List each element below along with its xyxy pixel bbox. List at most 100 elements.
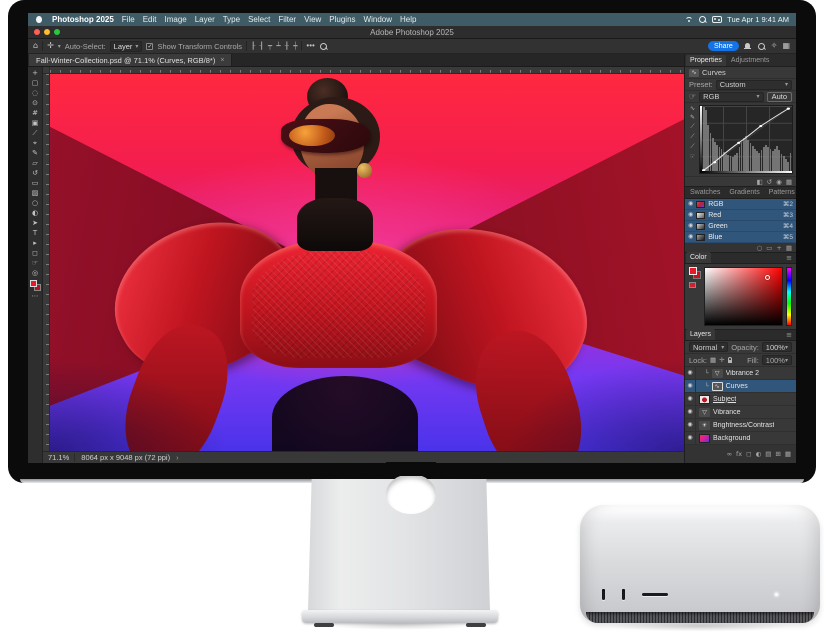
lock-all-icon[interactable]	[728, 360, 732, 363]
visibility-icon[interactable]: ◉	[776, 178, 782, 186]
tab-gradients[interactable]: Gradients	[725, 187, 763, 198]
menu-item-edit[interactable]: Edit	[143, 15, 157, 24]
tool-frame[interactable]: ▣	[32, 118, 39, 128]
tool-marquee[interactable]: ▢	[32, 78, 39, 88]
eyedropper-black-icon[interactable]: ⟋	[690, 123, 694, 131]
close-tab-icon[interactable]: ×	[220, 57, 224, 64]
tool-eraser[interactable]: ▭	[32, 178, 39, 188]
layer-row-brightness-contrast[interactable]: ◉ ☀ Brightness/Contrast	[685, 419, 796, 432]
new-layer-icon[interactable]: ⊞	[775, 450, 780, 458]
add-mask-icon[interactable]: ◻	[746, 450, 751, 458]
menu-item-type[interactable]: Type	[223, 15, 240, 24]
menu-item-filter[interactable]: Filter	[278, 15, 296, 24]
clip-to-layer-icon[interactable]: ◧	[757, 178, 763, 186]
status-chevron-icon[interactable]: ›	[176, 453, 179, 462]
tool-move[interactable]: +	[32, 68, 38, 78]
tool-quick-select[interactable]: ⊙	[32, 98, 38, 108]
hue-slider[interactable]	[786, 267, 792, 326]
tab-properties[interactable]: Properties	[686, 55, 726, 66]
document-tab[interactable]: Fall-Winter-Collection.psd @ 71.1% (Curv…	[29, 54, 232, 66]
layer-row-background[interactable]: ◉ Background	[685, 432, 796, 445]
tool-history-brush[interactable]: ↺	[32, 168, 38, 178]
eyedropper-gray-icon[interactable]: ⟋	[690, 133, 694, 141]
tool-brush[interactable]: ✎	[32, 148, 38, 158]
menu-item-plugins[interactable]: Plugins	[329, 15, 355, 24]
delete-channel-icon[interactable]: ▦	[786, 244, 792, 252]
zoom-level-field[interactable]: 71.1%	[48, 453, 75, 462]
delete-adjustment-icon[interactable]: ▦	[786, 178, 792, 186]
chevron-down-icon[interactable]: ▾	[58, 43, 61, 50]
curve-point-tool-icon[interactable]: ∿	[690, 105, 695, 112]
channel-dropdown[interactable]: RGB ▾	[699, 92, 763, 102]
auto-select-dropdown[interactable]: Layer ▾	[110, 41, 143, 52]
reset-icon[interactable]: ↺	[767, 178, 772, 186]
canvas-artwork[interactable]	[50, 74, 684, 451]
tab-swatches[interactable]: Swatches	[686, 187, 724, 198]
preset-dropdown[interactable]: Custom ▾	[716, 80, 792, 90]
visibility-eye-icon[interactable]: ◉	[687, 370, 692, 376]
lock-position-icon[interactable]: ✛	[719, 356, 724, 364]
visibility-eye-icon[interactable]: ◉	[687, 383, 692, 389]
auto-button[interactable]: Auto	[767, 92, 792, 102]
search-icon[interactable]	[319, 42, 328, 51]
tool-zoom[interactable]: ◎	[32, 268, 38, 278]
channel-row-blue[interactable]: ◉ Blue ⌘5	[685, 232, 796, 243]
tool-clone-stamp[interactable]: ▱	[32, 158, 37, 168]
share-button[interactable]: Share	[708, 41, 739, 51]
help-search-icon[interactable]	[757, 42, 766, 51]
layer-row-vibrance[interactable]: ◉ ▽ Vibrance	[685, 406, 796, 419]
tool-path-select[interactable]: ▸	[33, 238, 37, 248]
tool-shape[interactable]: ◻	[32, 248, 38, 258]
channel-row-green[interactable]: ◉ Green ⌘4	[685, 221, 796, 232]
menu-item-help[interactable]: Help	[400, 15, 416, 24]
tool-dodge[interactable]: ◐	[32, 208, 38, 218]
visibility-eye-icon[interactable]: ◉	[687, 422, 692, 428]
app-menu-title[interactable]: Photoshop 2025	[52, 15, 114, 24]
tool-type[interactable]: T	[33, 228, 37, 238]
workspace-grid-icon[interactable]: ▦	[782, 41, 790, 51]
tool-pen[interactable]: ➤	[32, 218, 38, 228]
visibility-eye-icon[interactable]: ◉	[688, 201, 693, 207]
layer-row-subject[interactable]: ◉ Subject	[685, 393, 796, 406]
tool-healing[interactable]: ⌖	[33, 138, 37, 148]
menu-item-image[interactable]: Image	[164, 15, 186, 24]
menu-bar-clock[interactable]: Tue Apr 1 9:41 AM	[727, 15, 789, 24]
home-icon[interactable]: ⌂	[33, 41, 38, 51]
move-tool-icon[interactable]: ✛	[47, 41, 54, 51]
new-channel-icon[interactable]: +	[776, 244, 781, 252]
tab-adjustments[interactable]: Adjustments	[727, 55, 774, 66]
eyedropper-white-icon[interactable]: ⟋	[690, 143, 694, 151]
discover-icon[interactable]: ✧	[771, 41, 778, 51]
visibility-eye-icon[interactable]: ◉	[688, 212, 693, 218]
layer-row-vibrance-2[interactable]: ◉ └ ▽ Vibrance 2	[685, 367, 796, 380]
tool-gradient[interactable]: ▨	[32, 188, 39, 198]
link-layers-icon[interactable]: ∞	[727, 450, 732, 458]
save-selection-icon[interactable]: ▭	[766, 244, 772, 252]
visibility-eye-icon[interactable]: ◉	[687, 435, 692, 441]
pencil-tool-icon[interactable]: ✎	[690, 114, 695, 121]
load-selection-icon[interactable]: ○	[757, 244, 763, 252]
smooth-icon[interactable]: ☞	[690, 153, 695, 160]
saturation-brightness-field[interactable]	[704, 267, 783, 326]
lock-transparency-icon[interactable]: ▦	[710, 356, 716, 364]
new-group-icon[interactable]: ▤	[765, 450, 771, 458]
spotlight-search-icon[interactable]	[698, 15, 707, 24]
tab-patterns[interactable]: Patterns	[765, 187, 796, 198]
wifi-icon[interactable]	[684, 15, 693, 24]
foreground-color-swatch[interactable]	[689, 267, 697, 275]
tool-hand[interactable]: ☞	[32, 258, 38, 268]
visibility-eye-icon[interactable]: ◉	[688, 234, 693, 240]
tool-lasso[interactable]: ◌	[32, 88, 38, 98]
visibility-eye-icon[interactable]: ◉	[688, 223, 693, 229]
channel-row-red[interactable]: ◉ Red ⌘3	[685, 210, 796, 221]
menu-item-window[interactable]: Window	[364, 15, 392, 24]
edit-toolbar-icon[interactable]: ⋯	[32, 291, 39, 301]
menu-item-view[interactable]: View	[304, 15, 321, 24]
menu-item-file[interactable]: File	[122, 15, 135, 24]
tab-layers[interactable]: Layers	[686, 329, 715, 340]
layer-effects-icon[interactable]: fx	[736, 450, 742, 458]
foreground-background-swatches[interactable]	[689, 267, 701, 279]
panel-menu-icon[interactable]: ≡	[782, 329, 796, 340]
adjustment-layer-icon[interactable]: ◐	[756, 450, 762, 458]
menu-item-select[interactable]: Select	[248, 15, 270, 24]
